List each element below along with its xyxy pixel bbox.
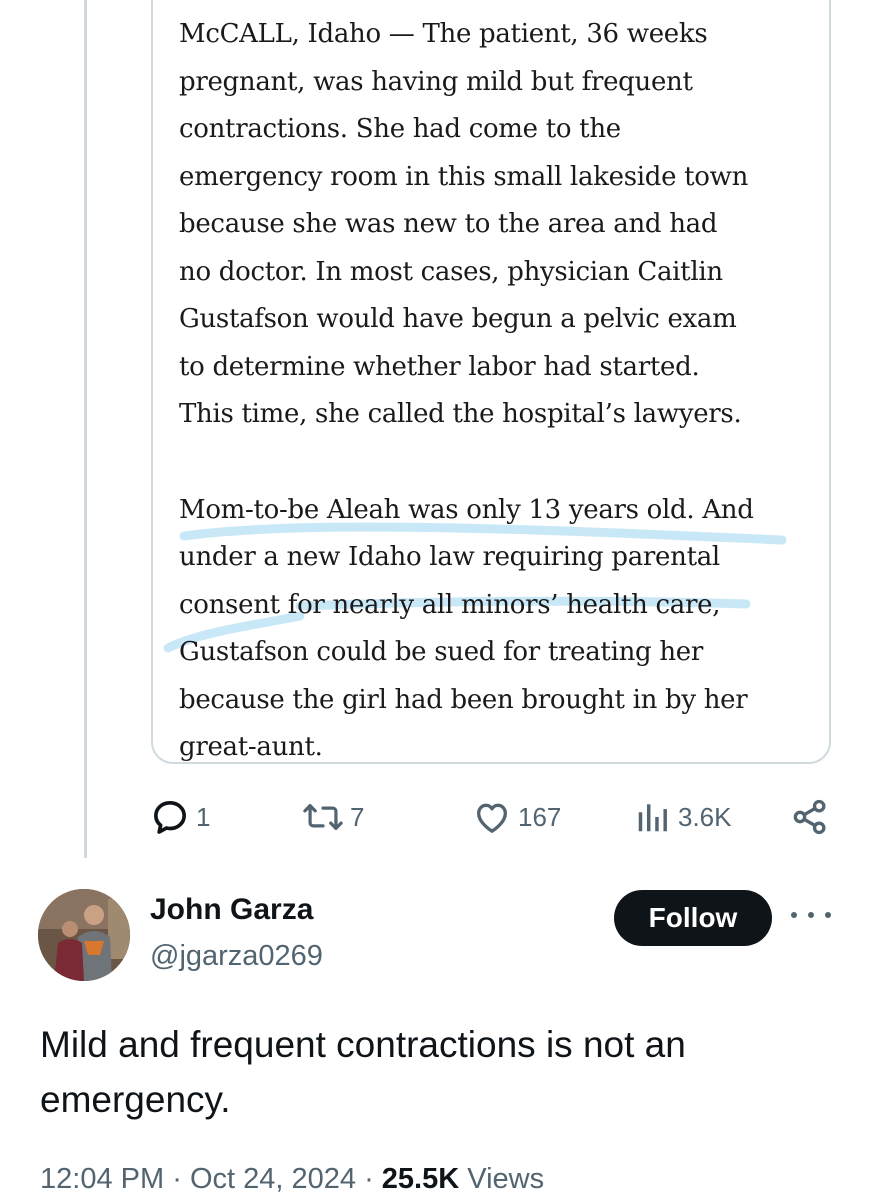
author-name[interactable]: John Garza xyxy=(150,893,313,927)
reply-icon xyxy=(154,801,187,834)
more-dot xyxy=(808,912,814,918)
post-views-count: 25.5K xyxy=(381,1163,460,1195)
article-line: pregnant, was having mild but frequent xyxy=(179,66,693,97)
article-line: McCALL, Idaho — The patient, 36 weeks xyxy=(179,19,708,49)
avatar-photo xyxy=(38,889,130,981)
reply-button[interactable]: 1 xyxy=(150,794,210,840)
repost-button[interactable]: 7 xyxy=(302,794,364,840)
reply-text: Mild and frequent contractions is not an… xyxy=(40,1024,686,1120)
article-line: Gustafson would have begun a pelvic exam xyxy=(179,304,737,334)
repost-count: 7 xyxy=(350,801,365,832)
like-count: 167 xyxy=(518,801,562,832)
post-time[interactable]: 12:04 PM xyxy=(40,1163,164,1195)
views-icon xyxy=(638,804,667,832)
more-icon[interactable] xyxy=(791,903,831,927)
share-icon xyxy=(793,799,826,835)
follow-button[interactable]: Follow xyxy=(614,890,772,946)
article-line: Gustafson could be sued for treating her xyxy=(179,637,704,667)
post-views-label: Views xyxy=(467,1163,545,1195)
more-dot xyxy=(825,912,831,918)
article-line: Mom-to-be Aleah was only 13 years old. A… xyxy=(179,494,754,525)
article-paragraph-1: McCALL, Idaho — The patient, 36 weeks pr… xyxy=(179,11,829,439)
article-line: under a new Idaho law requiring parental xyxy=(179,542,720,572)
article-line: consent for nearly all minors’ health ca… xyxy=(179,589,721,620)
thread-connector-line xyxy=(84,0,87,858)
avatar[interactable] xyxy=(38,889,130,981)
separator: · xyxy=(172,1163,182,1195)
article-line: because the girl had been brought in by … xyxy=(179,684,748,715)
article-line: great-aunt. xyxy=(179,732,323,762)
article-line: to determine whether labor had started. xyxy=(179,351,700,382)
post-date[interactable]: Oct 24, 2024 xyxy=(190,1163,356,1195)
article-line: no doctor. In most cases, physician Cait… xyxy=(179,256,723,287)
views-count: 3.6K xyxy=(678,801,732,832)
like-button[interactable]: 167 xyxy=(472,794,561,840)
article-line: contractions. She had come to the xyxy=(179,114,621,144)
quoted-article-text: McCALL, Idaho — The patient, 36 weeks pr… xyxy=(179,11,829,772)
separator: · xyxy=(364,1163,374,1195)
like-icon xyxy=(477,803,507,833)
quoted-post-actions: 1 7 167 3.6K xyxy=(150,794,840,840)
article-line: This time, she called the hospital’s law… xyxy=(179,399,742,429)
share-button[interactable] xyxy=(790,794,830,840)
article-line: emergency room in this small lakeside to… xyxy=(179,161,749,192)
author-handle[interactable]: @jgarza0269 xyxy=(150,940,323,973)
reply-count: 1 xyxy=(196,801,211,832)
more-dot xyxy=(791,912,797,918)
views-button[interactable]: 3.6K xyxy=(634,794,732,840)
repost-icon xyxy=(303,804,343,830)
post-metadata: 12:04 PM · Oct 24, 2024 · 25.5K Views xyxy=(40,1163,544,1196)
article-line: because she was new to the area and had xyxy=(179,209,718,239)
article-paragraph-2: Mom-to-be Aleah was only 13 years old. A… xyxy=(179,487,829,772)
